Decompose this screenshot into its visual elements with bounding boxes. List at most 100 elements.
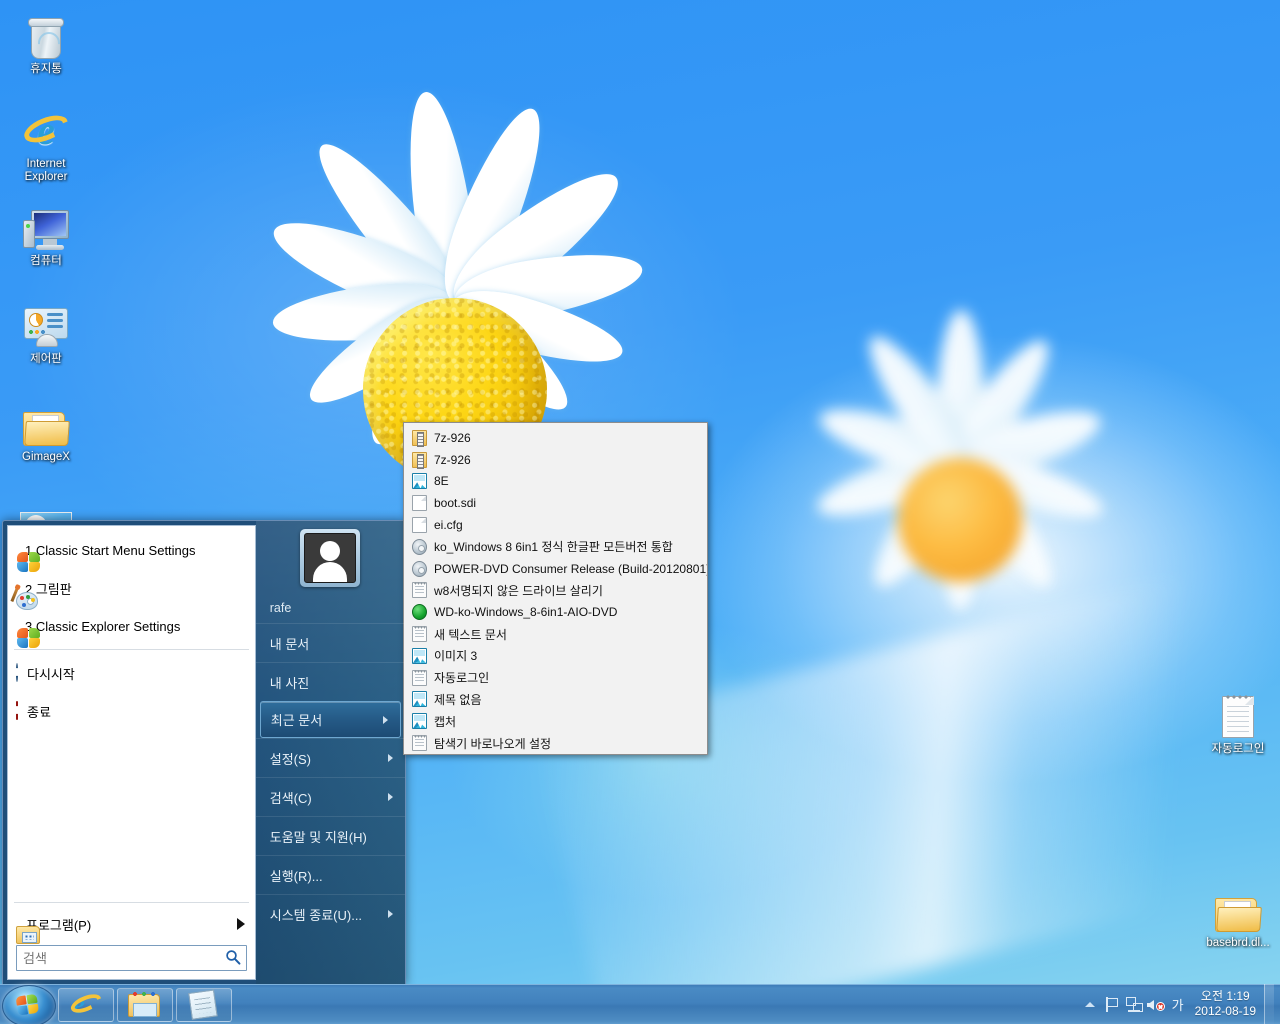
start-menu-item-help-and-support[interactable]: 도움말 및 지원(H) <box>255 816 405 855</box>
desktop-icon-gimagex[interactable]: GimageX <box>8 398 84 464</box>
start-menu-item-programs[interactable]: 프로그램(P) <box>8 907 255 944</box>
desktop-icon-computer[interactable]: 컴퓨터 <box>8 202 84 268</box>
start-menu-right-label: 검색(C) <box>269 790 312 806</box>
start-menu-item-my-pictures[interactable]: 내 사진 <box>255 662 405 701</box>
start-menu-separator-bottom <box>14 902 249 903</box>
green-app-icon <box>412 604 427 621</box>
start-menu-right-label: 도움말 및 지원(H) <box>269 829 367 845</box>
action-center-button[interactable] <box>1101 989 1123 1019</box>
start-menu-right-label: 실행(R)... <box>269 868 323 884</box>
list-item[interactable]: 제목 없음 <box>406 689 705 711</box>
search-input[interactable] <box>16 945 247 971</box>
start-menu-left-bottom: 프로그램(P) <box>8 898 255 979</box>
chevron-right-icon <box>236 918 245 930</box>
start-menu-item-paint[interactable]: 2 그림판 <box>8 569 255 610</box>
desktop-icon-label: GimageX <box>22 451 70 463</box>
start-menu-item-shutdown[interactable]: 종료 <box>8 692 255 730</box>
recent-item-label: 자동로그인 <box>434 671 490 686</box>
start-menu-item-recent-documents[interactable]: 최근 문서 <box>259 701 401 738</box>
desktop-icon-label: 자동로그인 <box>1211 743 1265 755</box>
picture-icon <box>412 647 427 664</box>
volume-button[interactable] <box>1145 989 1167 1019</box>
recent-item-label: 새 텍스트 문서 <box>434 627 507 642</box>
list-item[interactable]: ei.cfg <box>406 514 705 536</box>
list-item[interactable]: ko_Windows 8 6in1 정식 한글판 모든버전 통합 <box>406 536 705 558</box>
text-document-icon <box>412 582 427 599</box>
shutdown-icon <box>16 701 18 720</box>
start-menu-search-wrapper <box>16 945 247 971</box>
search-icon[interactable] <box>225 949 241 965</box>
desktop-icon-label: Internet Explorer <box>24 158 68 183</box>
start-menu-item-classic-explorer-settings[interactable]: 3 Classic Explorer Settings <box>8 607 255 648</box>
taskbar-item-windows-explorer[interactable] <box>117 988 173 1022</box>
recycle-bin-icon <box>8 10 84 60</box>
desktop-icon-basebrd[interactable]: basebrd.dl... <box>1200 884 1276 950</box>
network-button[interactable] <box>1123 989 1145 1019</box>
list-item[interactable]: boot.sdi <box>406 492 705 514</box>
start-menu-item-search[interactable]: 검색(C) <box>255 777 405 816</box>
start-menu-right-label: 설정(S) <box>269 751 311 767</box>
start-menu-item-classic-start-menu-settings[interactable]: 1 Classic Start Menu Settings <box>8 531 255 572</box>
text-document-icon <box>412 669 427 686</box>
start-menu-item-restart[interactable]: 다시시작 <box>8 654 255 692</box>
start-menu-item-shutdown-system[interactable]: 시스템 종료(U)... <box>255 894 405 933</box>
folder-icon <box>8 398 84 448</box>
list-item[interactable]: w8서명되지 않은 드라이브 살리기 <box>406 580 705 602</box>
desktop-icon-autologin[interactable]: 자동로그인 <box>1200 690 1276 756</box>
list-item[interactable]: WD-ko-Windows_8-6in1-AIO-DVD <box>406 601 705 623</box>
start-menu-right-pane: rafe 내 문서 내 사진 최근 문서 설정(S) 검색(C) 도움말 및 지… <box>255 521 406 984</box>
desktop-icon-label: 제어판 <box>30 353 62 365</box>
list-item[interactable]: 8E <box>406 471 705 493</box>
picture-icon <box>412 473 427 490</box>
start-menu-item-my-documents[interactable]: 내 문서 <box>255 623 405 662</box>
show-hidden-icons-button[interactable] <box>1079 989 1101 1019</box>
desktop-icon-control-panel[interactable]: 제어판 <box>8 300 84 366</box>
text-document-icon <box>412 626 427 643</box>
start-menu-right-label: 내 사진 <box>269 675 310 691</box>
desktop-icon-label: 휴지통 <box>30 63 62 75</box>
chevron-right-icon <box>383 715 388 724</box>
recent-item-label: POWER-DVD Consumer Release (Build-201208… <box>434 561 708 576</box>
start-menu-item-run[interactable]: 실행(R)... <box>255 855 405 894</box>
list-item[interactable]: POWER-DVD Consumer Release (Build-201208… <box>406 558 708 580</box>
explorer-folder-icon <box>128 991 162 1019</box>
clock-date: 2012-08-19 <box>1194 1004 1256 1018</box>
list-item[interactable]: 이미지 3 <box>406 645 705 667</box>
start-button[interactable] <box>2 985 56 1024</box>
ime-indicator[interactable]: 가 <box>1167 989 1189 1019</box>
network-icon <box>1125 996 1143 1012</box>
start-menu-right-label: 최근 문서 <box>270 713 323 728</box>
list-item[interactable]: 탐색기 바로나오게 설정 <box>406 732 705 754</box>
taskbar-item-notepad[interactable] <box>176 988 232 1022</box>
chevron-right-icon <box>388 793 393 801</box>
list-item[interactable]: 새 텍스트 문서 <box>406 623 705 645</box>
start-menu-program-list: 1 Classic Start Menu Settings 2 그림판 3 Cl… <box>8 526 255 730</box>
text-document-icon <box>412 735 427 752</box>
picture-icon <box>412 691 427 708</box>
user-name: rafe <box>269 601 292 615</box>
recent-item-label: WD-ko-Windows_8-6in1-AIO-DVD <box>434 605 618 620</box>
computer-icon <box>8 202 84 252</box>
clock[interactable]: 오전 1:19 2012-08-19 <box>1189 989 1264 1019</box>
start-menu-left-pane: 1 Classic Start Menu Settings 2 그림판 3 Cl… <box>7 525 256 980</box>
recent-item-label: ko_Windows 8 6in1 정식 한글판 모든버전 통합 <box>434 540 673 555</box>
recent-item-label: 7z-926 <box>434 452 471 467</box>
chevron-right-icon <box>388 754 393 762</box>
taskbar-item-internet-explorer[interactable]: e <box>58 988 114 1022</box>
start-menu-item-label: 1 Classic Start Menu Settings <box>25 542 196 558</box>
show-desktop-button[interactable] <box>1264 984 1274 1024</box>
system-tray: 가 오전 1:19 2012-08-19 <box>1079 984 1280 1024</box>
avatar[interactable] <box>300 529 361 587</box>
list-item[interactable]: 자동로그인 <box>406 667 705 689</box>
recent-item-label: 7z-926 <box>434 430 471 445</box>
speaker-muted-icon <box>1146 997 1165 1012</box>
picture-icon <box>412 713 427 730</box>
chevron-up-icon <box>1084 1001 1095 1007</box>
start-menu-item-settings[interactable]: 설정(S) <box>255 738 405 777</box>
desktop-icon-internet-explorer[interactable]: e Internet Explorer <box>8 105 84 184</box>
desktop-icon-recycle-bin[interactable]: 휴지통 <box>8 10 84 76</box>
list-item[interactable]: 7z-926 <box>406 427 705 449</box>
list-item[interactable]: 캡처 <box>406 710 705 732</box>
list-item[interactable]: 7z-926 <box>406 449 705 471</box>
zip-archive-icon <box>412 451 427 469</box>
